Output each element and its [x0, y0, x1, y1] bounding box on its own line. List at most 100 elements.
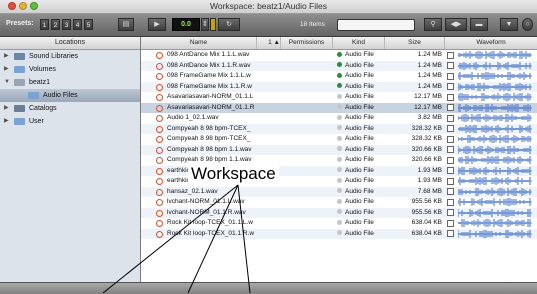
file-kind: Audio File [345, 229, 374, 237]
file-row[interactable]: 098 FrameGame Mix 1.1.R.w Audio File 1.24 … [141, 81, 537, 92]
waveform-play-button[interactable] [447, 219, 454, 227]
file-row[interactable]: Asavariasavari-NORM_01.1.R Audio File 12.1… [141, 102, 537, 114]
file-size: 1.24 MB [417, 82, 442, 90]
file-name: 098 AntDance Mix 1.1.R.wav [167, 61, 251, 69]
sidebar-item-beatz1[interactable]: ▼ beatz1 [0, 76, 140, 89]
sidebar-item-catalogs[interactable]: ▶ Catalogs [0, 102, 140, 115]
file-kind-cell: Audio File [337, 103, 387, 114]
waveform-play-button[interactable] [447, 83, 454, 90]
sidebar-item-volumes[interactable]: ▶ Volumes [0, 63, 140, 76]
file-row[interactable]: 098 AntDance Mix 1.1.L.wav Audio File 1.24… [141, 50, 537, 61]
disclosure-expanded-icon[interactable]: ▼ [4, 76, 10, 89]
file-size: 955.56 KB [411, 198, 442, 205]
file-name: 098 FrameGame Mix 1.1.L.w [167, 72, 251, 79]
sidebar-item-label: beatz1 [29, 79, 51, 86]
file-name: Rock Kit loop-TCEX_01.1.R.w [167, 229, 255, 237]
file-row[interactable]: lvchant-NORM_01.1.L.wav Audio File 955.56 … [141, 197, 537, 208]
audio-file-icon [156, 230, 163, 238]
file-row[interactable]: Rock Kit loop-TCEX_01.1.R.w Audio File 638… [141, 228, 537, 239]
search-field[interactable] [337, 19, 415, 31]
audio-file-icon [156, 199, 163, 206]
disclosure-collapsed-icon[interactable]: ▶ [4, 50, 9, 63]
volume-stepper[interactable]: ⇕ [201, 18, 209, 31]
waveform-play-button[interactable] [447, 198, 454, 206]
file-list: 098 AntDance Mix 1.1.L.wav Audio File 1.24… [141, 50, 537, 239]
disclosure-collapsed-icon[interactable]: ▶ [4, 102, 9, 115]
waveform-play-button[interactable] [447, 62, 454, 69]
file-row[interactable]: Compyeah 8 98 bpm-TCEX_ Audio File 328.32 … [141, 123, 537, 134]
file-row[interactable]: Compyeah 8 98 bpm-TCEX_ Audio File 328.32 … [141, 134, 537, 145]
preset-button-4[interactable]: 4 [73, 19, 82, 30]
sidebar-item-audio-files[interactable]: Audio Files [0, 89, 140, 102]
power-icon[interactable]: ○ [522, 18, 533, 31]
waveform-play-button[interactable] [447, 104, 454, 111]
file-row[interactable]: Audio 1_02.1.wav Audio File 3.82 MB [141, 113, 537, 124]
preset-button-3[interactable]: 3 [62, 19, 71, 30]
file-row[interactable]: hansaz_02.1.wav Audio File 7.68 MB [141, 186, 537, 197]
disclosure-collapsed-icon[interactable]: ▶ [4, 115, 9, 128]
waveform-play-button[interactable] [447, 167, 454, 174]
file-kind: Audio File [345, 145, 374, 153]
audio-file-icon [156, 136, 163, 143]
file-size: 955.56 KB [411, 208, 442, 216]
waveform-play-button[interactable] [447, 177, 454, 185]
display-options-button[interactable]: ▼ [500, 18, 518, 31]
file-size: 1.93 MB [417, 177, 442, 184]
locations-header: Locations [0, 37, 140, 50]
loop-preview-button[interactable]: ↻ [218, 18, 240, 31]
preview-play-button[interactable]: ▶ [148, 18, 166, 31]
file-name: Compyeah 8 98 bpm 1.1.wav [167, 145, 252, 153]
audio-file-icon [156, 94, 163, 101]
file-row[interactable]: 098 FrameGame Mix 1.1.L.w Audio File 1.24 … [141, 71, 537, 82]
audio-file-icon [156, 167, 163, 175]
file-kind: Audio File [345, 166, 374, 174]
file-row[interactable]: Rock Kit loop-TCEX_01.1.L.w Audio File 638… [141, 218, 537, 229]
file-row[interactable]: Asavariasavari-NORM_01.1.L Audio File 12.1… [141, 92, 537, 103]
workspace-annotation: Workspace [188, 164, 279, 184]
waveform-play-button[interactable] [447, 156, 454, 164]
sidebar-item-user[interactable]: ▶ User [0, 115, 140, 128]
file-row[interactable]: Compyeah 8 98 bpm 1.1.wav Audio File 320.6… [141, 144, 537, 155]
waveform-play-button[interactable] [447, 114, 454, 122]
locations-sidebar: Locations ▶ Sound Libraries ▶ Volumes ▼ beatz… [0, 37, 141, 282]
waveform-column-header[interactable]: Waveform [445, 37, 537, 49]
audio-file-icon [156, 157, 163, 164]
preset-button-1[interactable]: 1 [40, 19, 49, 30]
waveform-play-button[interactable] [447, 230, 454, 237]
file-name: hansaz_02.1.wav [167, 187, 218, 195]
waveform-play-button[interactable] [447, 146, 454, 153]
waveform-play-button[interactable] [447, 188, 454, 195]
file-kind-icon [337, 125, 342, 131]
preset-button-5[interactable]: 5 [84, 19, 93, 30]
waveform-preview [458, 61, 532, 70]
waveform-play-button[interactable] [447, 93, 454, 101]
size-column-header[interactable]: Size [385, 37, 445, 49]
sidebar-item-sound-libraries[interactable]: ▶ Sound Libraries [0, 50, 140, 63]
kind-column-header[interactable]: Kind [333, 37, 385, 49]
disclosure-collapsed-icon[interactable]: ▶ [4, 63, 9, 76]
search-options-button[interactable]: ⚲ [424, 18, 442, 31]
file-kind: Audio File [345, 72, 374, 79]
sidebar-item-label: Catalogs [29, 105, 57, 112]
waveform-play-button[interactable] [447, 135, 454, 143]
audio-file-icon [156, 220, 163, 227]
preset-button-2[interactable]: 2 [51, 19, 60, 30]
window-title: Workspace: beatz1/Audio Files [209, 1, 327, 11]
waveform-play-button[interactable] [447, 72, 454, 80]
waveform-play-button[interactable] [447, 125, 454, 132]
file-type-filter-button[interactable]: ▬ [470, 18, 488, 31]
column-view-button[interactable]: ▤ [118, 18, 134, 31]
sort-indicator[interactable]: 1 ▲ [257, 37, 281, 49]
file-kind-icon [337, 156, 342, 162]
file-row[interactable]: lvchant-NORM_01.1.R.wav Audio File 955.56 … [141, 207, 537, 218]
library-icon [14, 53, 25, 60]
waveform-preview [458, 229, 532, 238]
waveform-preview [458, 82, 532, 91]
file-row[interactable]: 098 AntDance Mix 1.1.R.wav Audio File 1.24… [141, 60, 537, 71]
waveform-play-button[interactable] [447, 51, 454, 59]
waveform-play-button[interactable] [447, 209, 454, 216]
permissions-column-header[interactable]: Permissions [281, 37, 333, 49]
audio-file-filter-button[interactable]: ◀▶ [445, 18, 467, 31]
name-column-header[interactable]: Name [141, 37, 257, 49]
bottom-scrollbar[interactable] [0, 282, 537, 294]
